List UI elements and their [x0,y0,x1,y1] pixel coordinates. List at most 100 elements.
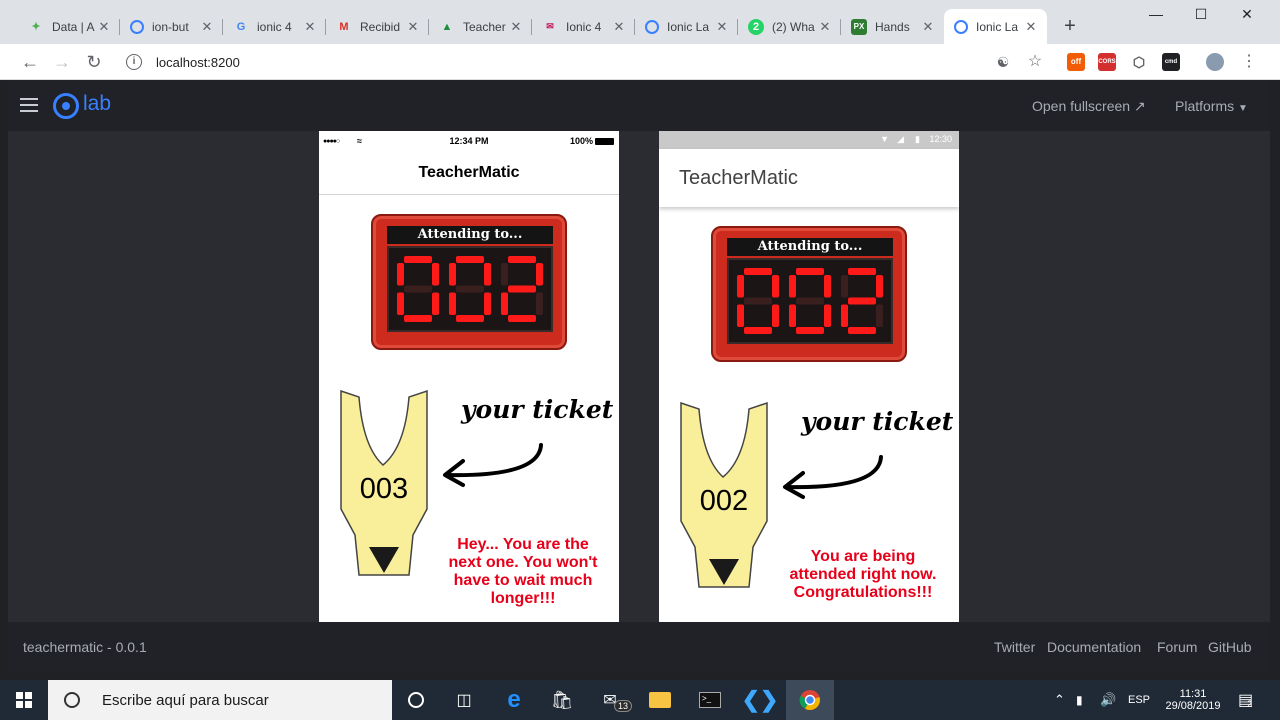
store-bag-icon: 🛍 [550,689,574,710]
teacher-app-icon: ▲ [441,20,453,33]
browser-tab[interactable]: ✉ Ionic 4 ✕ [532,9,635,44]
store-app-button[interactable]: 🛍 [538,680,586,720]
clock[interactable]: 11:31 29/08/2019 [1160,680,1226,720]
led-segment [456,315,484,322]
led-segment [397,292,404,315]
taskbar-search-input[interactable]: Escribe aquí para buscar [48,680,392,720]
platforms-dropdown[interactable]: Platforms ▼ [1175,98,1248,114]
led-segment [848,327,876,334]
close-tab-icon[interactable]: ✕ [405,19,421,35]
documentation-link[interactable]: Documentation [1047,639,1141,655]
start-button[interactable] [0,680,48,720]
close-tab-icon[interactable]: ✕ [302,19,318,35]
battery-tray-icon[interactable]: ▮ [1076,680,1083,720]
new-tab-button[interactable]: + [1060,16,1080,36]
close-tab-icon[interactable]: ✕ [920,19,936,35]
your-ticket-label: your ticket [801,407,954,436]
file-explorer-button[interactable] [636,680,684,720]
led-segment [744,327,772,334]
mail-app-button[interactable]: ✉ 13 [586,680,634,720]
task-view-button[interactable]: ◫ [440,680,488,720]
whatsapp-icon: 2 [748,18,764,35]
turn-display-device: Attending to... [371,214,567,350]
chrome-app-button[interactable] [786,680,834,720]
browser-tab[interactable]: ✦ Data | A ✕ [18,9,120,44]
led-segment [501,263,508,286]
folder-icon [649,692,671,708]
back-button[interactable]: ← [19,51,41,73]
vscode-icon: ❮❯ [741,687,779,712]
led-segment [404,256,432,263]
task-view-icon: ◫ [456,692,472,709]
led-segment [789,304,796,327]
px-icon: PX [851,18,867,35]
close-tab-icon[interactable]: ✕ [611,19,627,35]
close-tab-icon[interactable]: ✕ [508,19,524,35]
led-segment [404,285,432,293]
browser-tab[interactable]: ▲ Teacher ✕ [429,9,532,44]
led-segment [432,263,439,286]
reload-button[interactable]: ↻ [83,51,105,73]
browser-tab[interactable]: 2 (2) Wha ✕ [738,9,841,44]
terminal-app-button[interactable]: >_ [686,680,734,720]
volume-icon[interactable]: 🔊 [1100,680,1116,720]
led-segment [501,292,508,315]
led-segment [456,256,484,263]
browser-tab-active[interactable]: Ionic La ✕ [944,9,1047,44]
led-segment [876,304,883,327]
extension-off-icon[interactable]: off [1067,53,1085,71]
chrome-menu-icon[interactable]: ⋮ [1238,51,1260,73]
forum-link[interactable]: Forum [1157,639,1197,655]
profile-avatar[interactable] [1206,53,1224,71]
translate-icon[interactable]: ☯ [992,51,1014,73]
ionic-logo-icon [954,19,968,34]
vscode-app-button[interactable]: ❮❯ [736,680,784,720]
led-segment [397,263,404,286]
search-icon [64,692,80,708]
close-tab-icon[interactable]: ✕ [1023,19,1039,35]
external-link-icon: ↗ [1133,98,1146,114]
led-digits [397,256,543,322]
led-segment [848,268,876,275]
edge-app-button[interactable]: e [490,680,538,720]
signal-icon: ◢ [897,134,904,144]
terminal-ext-icon[interactable]: cmd [1162,53,1180,71]
menu-icon[interactable] [20,98,38,112]
language-indicator[interactable]: ESP [1128,680,1150,720]
address-bar[interactable]: i localhost:8200 [118,48,1052,76]
forward-button[interactable]: → [51,51,73,73]
display-label: Attending to... [387,226,553,244]
twitter-link[interactable]: Twitter [994,639,1035,655]
close-tab-icon[interactable]: ✕ [714,19,730,35]
led-segment [508,315,536,322]
maximize-window-button[interactable]: ☐ [1191,6,1211,23]
close-window-button[interactable]: ✕ [1237,6,1257,23]
cors-icon[interactable]: CORS [1098,53,1116,71]
terminal-icon: >_ [699,692,721,708]
minimize-window-button[interactable]: — [1146,6,1166,22]
lab-logo-text: lab [83,92,112,115]
cortana-circle-icon [408,692,424,708]
mail-badge: 13 [614,700,633,712]
bookmark-star-icon[interactable]: ☆ [1024,51,1046,73]
site-info-icon[interactable]: i [126,54,142,70]
browser-tab[interactable]: M Recibid ✕ [326,9,429,44]
notifications-button[interactable]: ▤ 2 [1238,680,1253,720]
wifi-icon: ▼ [880,134,889,144]
browser-tab[interactable]: PX Hands ✕ [841,9,944,44]
close-tab-icon[interactable]: ✕ [817,19,833,35]
close-tab-icon[interactable]: ✕ [96,19,112,35]
led-segment [449,263,456,286]
box-icon[interactable]: ⬡ [1130,53,1148,71]
led-segment [456,285,484,293]
close-tab-icon[interactable]: ✕ [199,19,215,35]
github-link[interactable]: GitHub [1208,639,1252,655]
your-ticket-label: your ticket [461,395,614,424]
browser-tab[interactable]: Ionic La ✕ [635,9,738,44]
cortana-button[interactable] [392,680,440,720]
open-fullscreen-link[interactable]: Open fullscreen ↗ [1032,98,1146,115]
browser-tab[interactable]: ion-but ✕ [120,9,223,44]
browser-tab[interactable]: G ionic 4 ✕ [223,9,326,44]
tray-chevron-icon[interactable]: ⌃ [1054,680,1065,720]
windows-taskbar: Escribe aquí para buscar ◫ e 🛍 ✉ 13 >_ ❮… [0,680,1280,720]
